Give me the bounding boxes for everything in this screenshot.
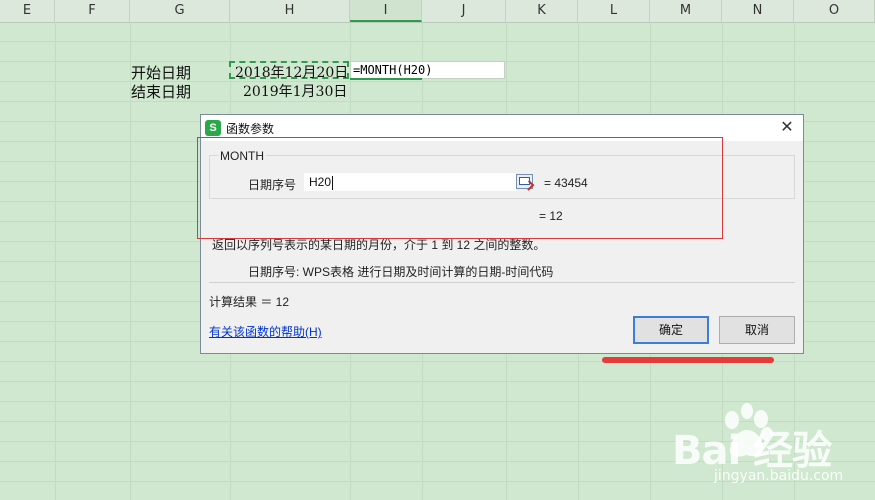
end-date-label[interactable]: 结束日期 xyxy=(131,81,191,102)
parameter-description: 日期序号: WPS表格 进行日期及时间计算的日期-时间代码 xyxy=(248,265,554,279)
column-header-m[interactable]: M xyxy=(650,0,722,22)
function-help-link[interactable]: 有关该函数的帮助(H) xyxy=(209,323,322,340)
column-header-g[interactable]: G xyxy=(130,0,230,22)
watermark-url: jingyan.baidu.com xyxy=(714,468,844,484)
dialog-title: 函数参数 xyxy=(226,122,275,136)
column-header-e[interactable]: E xyxy=(0,0,55,22)
highlight-underline xyxy=(602,357,774,363)
highlight-box xyxy=(197,137,723,239)
column-header-l[interactable]: L xyxy=(578,0,650,22)
active-cell-indicator xyxy=(350,78,422,80)
column-header-k[interactable]: K xyxy=(506,0,578,22)
cancel-button[interactable]: 取消 xyxy=(719,316,795,344)
column-header-i[interactable]: I xyxy=(350,0,422,22)
formula-cell-editor[interactable]: =MONTH(H20) xyxy=(350,61,505,79)
close-icon[interactable]: ✕ xyxy=(777,118,797,138)
column-header-f[interactable]: F xyxy=(55,0,130,22)
start-date-label[interactable]: 开始日期 xyxy=(131,62,191,83)
column-header-bar: E F G H I J K L M N O xyxy=(0,0,875,23)
column-header-h[interactable]: H xyxy=(230,0,350,22)
column-header-n[interactable]: N xyxy=(722,0,794,22)
end-date-value[interactable]: 2019年1月30日 xyxy=(243,81,347,101)
start-date-value[interactable]: 2018年12月20日 xyxy=(235,62,348,82)
divider xyxy=(209,282,795,283)
wps-app-icon: S xyxy=(205,120,221,136)
ok-button[interactable]: 确定 xyxy=(633,316,709,344)
column-header-j[interactable]: J xyxy=(422,0,506,22)
grid-line xyxy=(55,22,56,500)
column-header-o[interactable]: O xyxy=(794,0,875,22)
calculation-result: 计算结果 ＝ 12 xyxy=(209,295,290,309)
